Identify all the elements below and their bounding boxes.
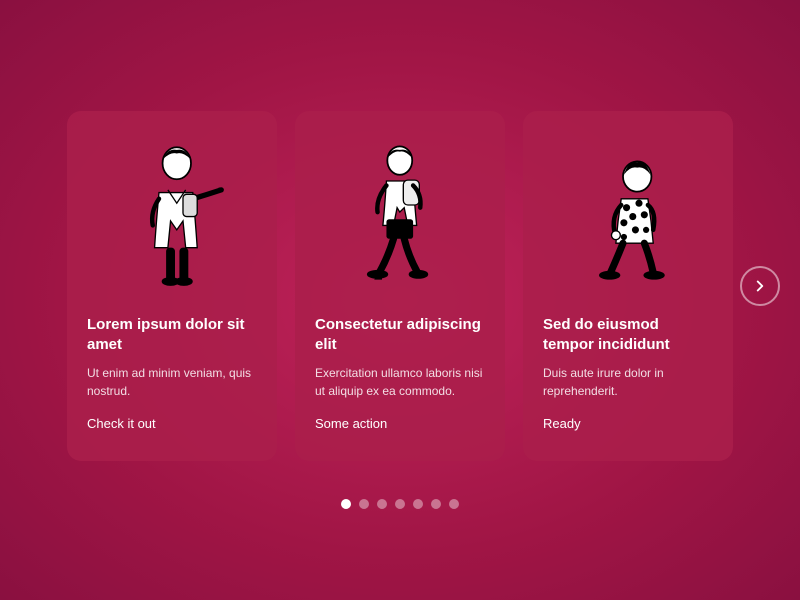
card-3-link[interactable]: Ready <box>543 416 713 431</box>
card-1-illustration <box>67 111 277 301</box>
person-walking-icon <box>342 141 458 301</box>
next-button[interactable] <box>740 266 780 306</box>
card-3-desc: Duis aute irure dolor in reprehenderit. <box>543 364 713 400</box>
dot-5[interactable] <box>413 499 423 509</box>
dot-6[interactable] <box>431 499 441 509</box>
dot-7[interactable] <box>449 499 459 509</box>
card-1-link[interactable]: Check it out <box>87 416 257 431</box>
card-1-desc: Ut enim ad minim veniam, quis nostrud. <box>87 364 257 400</box>
card-2-content: Consectetur adipiscing elit Exercitation… <box>295 301 505 431</box>
card-2: Consectetur adipiscing elit Exercitation… <box>295 111 505 461</box>
card-2-title: Consectetur adipiscing elit <box>315 315 485 354</box>
dot-3[interactable] <box>377 499 387 509</box>
person-crouching-icon <box>575 141 682 301</box>
card-1-title: Lorem ipsum dolor sit amet <box>87 315 257 354</box>
card-1-content: Lorem ipsum dolor sit amet Ut enim ad mi… <box>67 301 277 431</box>
card-3-illustration <box>523 111 733 301</box>
card-3-content: Sed do eiusmod tempor incididunt Duis au… <box>523 301 733 431</box>
card-2-link[interactable]: Some action <box>315 416 485 431</box>
card-3-title: Sed do eiusmod tempor incididunt <box>543 315 713 354</box>
card-1: Lorem ipsum dolor sit amet Ut enim ad mi… <box>67 111 277 461</box>
carousel-dots <box>341 499 459 509</box>
card-2-desc: Exercitation ullamco laboris nisi ut ali… <box>315 364 485 400</box>
dot-2[interactable] <box>359 499 369 509</box>
cards-wrapper: Lorem ipsum dolor sit amet Ut enim ad mi… <box>27 91 773 481</box>
person-pointing-icon <box>119 141 226 301</box>
chevron-right-icon <box>751 277 769 295</box>
card-2-illustration <box>295 111 505 301</box>
card-3: Sed do eiusmod tempor incididunt Duis au… <box>523 111 733 461</box>
dot-4[interactable] <box>395 499 405 509</box>
main-container: Lorem ipsum dolor sit amet Ut enim ad mi… <box>0 91 800 509</box>
dot-1[interactable] <box>341 499 351 509</box>
